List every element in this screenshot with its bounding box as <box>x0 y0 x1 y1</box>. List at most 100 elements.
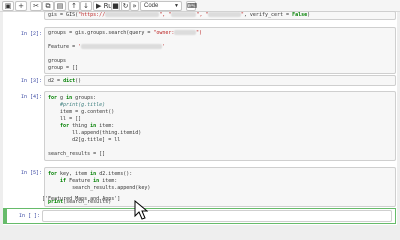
code-line: groups <box>48 58 202 65</box>
code-line: for g in groups: <box>48 95 141 102</box>
code-text: for g in groups: #print(g.title) item = … <box>48 95 141 158</box>
code-input[interactable]: d2 = dict() <box>44 75 396 86</box>
code-input[interactable] <box>42 210 392 222</box>
code-token: groups: <box>72 95 97 101</box>
redacted-text <box>105 12 160 17</box>
input-prompt: In [3]: <box>20 78 42 84</box>
code-token: item: <box>96 123 115 129</box>
stop-icon[interactable]: ■ <box>111 1 120 11</box>
code-token: False <box>292 12 308 18</box>
code-cell[interactable]: In [3]: d2 = dict() <box>6 75 398 87</box>
move-down-icon[interactable]: ↓ <box>80 1 92 11</box>
code-line: for thing in item: <box>48 123 141 130</box>
code-cell[interactable]: In [2]: groups = gis.groups.search(query… <box>6 27 398 75</box>
code-token: search_results = [] <box>48 151 106 157</box>
code-cell[interactable]: gis = GIS("https://", " ", " ", verify_cer… <box>6 11 398 22</box>
move-up-icon[interactable]: ↑ <box>68 1 80 11</box>
code-line: ll = [] <box>48 116 141 123</box>
code-token: groups <box>48 58 67 64</box>
redacted-text <box>174 30 197 35</box>
code-token: group = [] <box>48 65 79 71</box>
code-token: item: <box>99 178 118 184</box>
code-token: d2.items(): <box>96 171 133 177</box>
code-token: item = g.content() <box>48 109 115 115</box>
input-prompt: In [4]: <box>20 94 42 100</box>
code-token: for <box>48 95 58 101</box>
cut-icon[interactable]: ✂ <box>30 1 42 11</box>
code-token: () <box>75 78 82 84</box>
code-token: d2[g.title] = ll <box>48 137 121 143</box>
code-line: gis = GIS("https://", " ", " ", verify_cer… <box>48 12 310 19</box>
keyboard-icon[interactable]: ⌨ <box>186 1 197 11</box>
code-text: groups = gis.groups.search(query = "owne… <box>48 30 202 72</box>
code-token: for <box>48 171 58 177</box>
input-prompt: In [2]: <box>20 31 42 37</box>
code-token: ", " <box>196 12 209 18</box>
redacted-text <box>208 12 241 17</box>
code-token: ", " <box>159 12 172 18</box>
code-line: d2[g.title] = ll <box>48 137 141 144</box>
code-input[interactable]: for g in groups: #print(g.title) item = … <box>44 91 396 161</box>
code-line: search_results = [] <box>48 151 141 158</box>
redacted-text <box>171 12 197 17</box>
add-icon[interactable]: + <box>15 1 27 11</box>
code-token: gis = GIS( <box>48 12 79 18</box>
code-line: #print(g.title) <box>48 102 141 109</box>
code-line: d2 = dict() <box>48 78 81 85</box>
save-icon[interactable]: ▣ <box>2 1 14 11</box>
code-token: g <box>57 95 67 101</box>
code-input[interactable]: groups = gis.groups.search(query = "owne… <box>44 27 396 74</box>
code-token: d2 = <box>48 78 64 84</box>
mouse-pointer-icon <box>134 200 148 220</box>
code-token: Feature <box>66 178 94 184</box>
code-token: key, item <box>57 171 91 177</box>
notebook-area: gis = GIS("https://", " ", " ", verify_cer… <box>0 11 400 225</box>
notebook-page: gis = GIS("https://", " ", " ", verify_cer… <box>3 11 398 225</box>
code-token: Feature = <box>48 44 79 50</box>
code-input[interactable]: gis = GIS("https://", " ", " ", verify_cer… <box>44 11 396 20</box>
code-token: groups = gis.groups.search(query = <box>48 30 154 36</box>
code-text: gis = GIS("https://", " ", " ", verify_cer… <box>48 12 310 19</box>
code-token: ) <box>307 12 311 18</box>
code-token: thing <box>69 123 91 129</box>
code-token: ' <box>162 44 166 50</box>
copy-icon[interactable]: ⧉ <box>42 1 54 11</box>
code-line: item = g.content() <box>48 109 141 116</box>
code-line: group = [] <box>48 65 202 72</box>
code-token: "https:// <box>78 12 106 18</box>
code-token: , verify_cert = <box>243 12 293 18</box>
code-token: ll = [] <box>48 116 82 122</box>
code-line: Feature = ' ' <box>48 44 202 51</box>
code-line: for key, item in d2.items(): <box>48 171 150 178</box>
code-token: search_results.append(key) <box>48 185 151 191</box>
code-token: ") <box>196 30 203 36</box>
chevron-down-icon: ▼ <box>174 3 179 9</box>
active-code-cell[interactable]: In [ ]: <box>3 208 396 224</box>
code-token: ll.append(thing.itemid) <box>48 130 142 136</box>
code-token: dict <box>63 78 76 84</box>
code-line: search_results.append(key) <box>48 185 150 192</box>
code-cell[interactable]: In [4]: for g in groups: #print(g.title)… <box>6 91 398 163</box>
cell-type-select[interactable]: Code ▼ <box>140 1 182 11</box>
run-icon: ▶ <box>96 2 102 10</box>
code-text: d2 = dict() <box>48 78 81 85</box>
code-line: groups = gis.groups.search(query = "owne… <box>48 30 202 37</box>
code-token: #print(g.title) <box>48 102 106 108</box>
fast-forward-icon[interactable]: » <box>130 1 139 11</box>
restart-icon[interactable]: ↻ <box>121 1 130 11</box>
code-token: "owner: <box>153 30 175 36</box>
code-line: if Feature in item: <box>48 178 150 185</box>
input-prompt: In [5]: <box>20 170 42 176</box>
code-token: for <box>60 123 70 129</box>
redacted-text <box>81 44 163 49</box>
input-prompt: In [ ]: <box>18 213 40 219</box>
paste-icon[interactable]: ▤ <box>54 1 66 11</box>
code-line: ll.append(thing.itemid) <box>48 130 141 137</box>
cell-output: ['Featured Maps and Apps'] <box>42 196 121 202</box>
cell-type-value: Code <box>144 3 159 9</box>
